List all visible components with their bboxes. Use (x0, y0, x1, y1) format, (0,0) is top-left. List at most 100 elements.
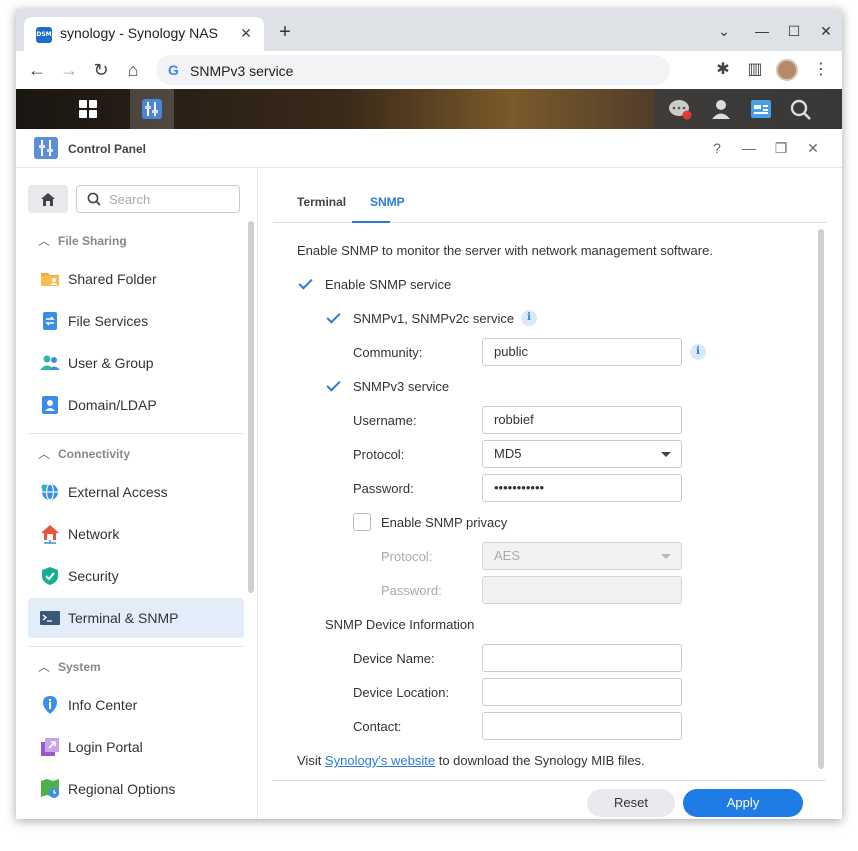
sidebar-item-external-access[interactable]: External Access (28, 472, 244, 512)
divider (28, 646, 244, 647)
caret-down-icon (661, 452, 671, 457)
privacy-checkbox[interactable] (353, 513, 371, 531)
close-icon[interactable]: ✕ (816, 21, 836, 41)
browser-tab[interactable]: DSM synology - Synology NAS ✕ (24, 17, 264, 51)
sidebar-item-label: Shared Folder (68, 271, 157, 287)
username-field[interactable]: robbief (482, 406, 682, 434)
sidebar-item-network[interactable]: Network (28, 514, 244, 554)
privacy-password-label: Password: (381, 583, 442, 598)
notification-icon[interactable] (668, 99, 692, 120)
sidebar-item-label: Login Portal (68, 739, 143, 755)
home-icon[interactable]: ⌂ (122, 59, 144, 81)
password-field[interactable]: ••••••••••• (482, 474, 682, 502)
sidebar-icon[interactable]: ▥ (744, 59, 766, 81)
snmpv3-checkbox[interactable] (325, 377, 343, 395)
close-icon[interactable]: ✕ (804, 139, 822, 157)
info-icon[interactable]: i (521, 310, 537, 326)
sidebar-item-regional-options[interactable]: Regional Options (28, 769, 244, 809)
sidebar-item-label: Domain/LDAP (68, 397, 157, 413)
reset-button[interactable]: Reset (587, 789, 675, 817)
privacy-label: Enable SNMP privacy (381, 515, 508, 530)
group-connectivity[interactable]: ︿ Connectivity (38, 444, 130, 464)
device-location-label: Device Location: (353, 685, 450, 700)
dsm-taskbar (16, 89, 842, 129)
sidebar: ︿File Sharing Shared Folder File Service… (16, 169, 258, 819)
profile-avatar[interactable] (776, 59, 798, 81)
description-text: Enable SNMP to monitor the server with n… (297, 243, 713, 258)
device-location-field[interactable] (482, 678, 682, 706)
tab-snmp[interactable]: SNMP (370, 195, 405, 209)
sidebar-item-info-center[interactable]: Info Center (28, 685, 244, 725)
snmpv1-label: SNMPv1, SNMPv2c service (353, 311, 515, 326)
minimize-icon[interactable]: — (752, 21, 772, 41)
minimize-icon[interactable]: — (740, 139, 758, 157)
network-icon (41, 525, 59, 544)
home-icon (41, 192, 55, 206)
protocol-value: MD5 (494, 446, 522, 461)
apply-button[interactable]: Apply (683, 789, 803, 817)
control-panel-icon[interactable] (130, 89, 174, 129)
tab-close-icon[interactable]: ✕ (238, 25, 254, 41)
widgets-icon[interactable] (750, 99, 772, 119)
restore-icon[interactable]: ❐ (772, 139, 790, 157)
sidebar-item-domain-ldap[interactable]: Domain/LDAP (28, 385, 244, 425)
privacy-protocol-select[interactable]: AES (482, 542, 682, 570)
search-input[interactable] (109, 192, 233, 207)
control-panel-icon (34, 137, 58, 159)
privacy-protocol-value: AES (494, 548, 521, 563)
reload-icon[interactable]: ↻ (90, 59, 112, 81)
community-field[interactable]: public (482, 338, 682, 366)
group-file-sharing[interactable]: ︿ File Sharing (38, 231, 127, 251)
contact-label: Contact: (353, 719, 402, 734)
home-button[interactable] (28, 185, 68, 213)
contact-field[interactable] (482, 712, 682, 740)
menu-icon[interactable]: ⋮ (810, 59, 832, 81)
active-tab-indicator (352, 221, 390, 223)
help-icon[interactable]: ? (708, 139, 726, 157)
username-label: Username: (353, 413, 417, 428)
dropdown-icon[interactable]: ⌄ (714, 21, 734, 41)
address-bar[interactable]: G SNMPv3 service (156, 55, 670, 85)
sidebar-scrollbar[interactable] (248, 221, 254, 593)
device-name-field[interactable] (482, 644, 682, 672)
community-label: Community: (353, 345, 423, 360)
info-icon[interactable]: i (690, 344, 706, 360)
tab-terminal[interactable]: Terminal (297, 195, 346, 209)
protocol-label: Protocol: (353, 447, 405, 462)
sidebar-item-shared-folder[interactable]: Shared Folder (28, 259, 244, 299)
tab-bar: Terminal SNMP (273, 187, 827, 223)
browser-toolbar: ← → ↻ ⌂ G SNMPv3 service ✱ ▥ ⋮ (16, 51, 842, 89)
user-group-icon (40, 355, 60, 370)
new-tab-icon[interactable]: + (274, 21, 296, 43)
sidebar-item-terminal-snmp[interactable]: Terminal & SNMP (28, 598, 244, 638)
password-label: Password: (353, 481, 414, 496)
maximize-icon[interactable]: ☐ (784, 21, 804, 41)
user-icon[interactable] (710, 99, 732, 119)
sidebar-item-file-services[interactable]: File Services (28, 301, 244, 341)
protocol-select[interactable]: MD5 (482, 440, 682, 468)
app-grid-icon[interactable] (66, 89, 110, 129)
privacy-password-field[interactable] (482, 576, 682, 604)
sidebar-item-security[interactable]: Security (28, 556, 244, 596)
dsm-tray (654, 89, 842, 129)
extensions-icon[interactable]: ✱ (712, 59, 734, 81)
sidebar-item-user-group[interactable]: User & Group (28, 343, 244, 383)
footer-divider (272, 780, 826, 781)
synology-website-link[interactable]: Synology's website (325, 753, 435, 768)
forward-icon[interactable]: → (58, 59, 80, 81)
back-icon[interactable]: ← (26, 59, 48, 81)
shared-folder-icon (41, 273, 59, 286)
search-icon[interactable] (790, 99, 812, 121)
browser-window: DSM synology - Synology NAS ✕ + ⌄ — ☐ ✕ … (16, 9, 842, 819)
snmpv1-checkbox[interactable] (325, 309, 343, 327)
enable-snmp-label: Enable SNMP service (325, 277, 452, 292)
content-scrollbar[interactable] (818, 229, 824, 769)
enable-snmp-checkbox[interactable] (297, 275, 315, 293)
caret-down-icon (661, 554, 671, 559)
group-system[interactable]: ︿ System (38, 657, 101, 677)
sidebar-item-login-portal[interactable]: Login Portal (28, 727, 244, 767)
google-icon: G (168, 62, 179, 78)
sidebar-search[interactable] (76, 185, 240, 213)
terminal-icon (40, 611, 60, 625)
tab-title: synology - Synology NAS (60, 25, 218, 41)
